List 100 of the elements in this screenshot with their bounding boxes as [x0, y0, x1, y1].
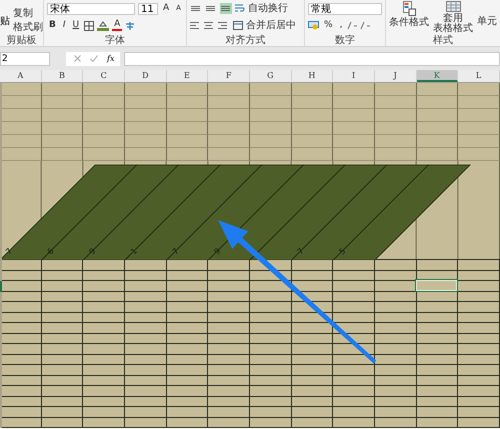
number-format-dropdown[interactable]: 常规 [308, 2, 382, 14]
grid-cell[interactable] [166, 365, 208, 376]
grid-cell[interactable] [458, 334, 500, 344]
grid-cell[interactable] [333, 376, 375, 386]
grid-cell[interactable] [333, 386, 375, 396]
vertical-align-button[interactable] [220, 3, 232, 14]
grid-cell[interactable] [208, 148, 250, 161]
grid-cell[interactable] [83, 334, 125, 344]
grid-cell[interactable] [250, 365, 292, 376]
grid-cell[interactable] [416, 323, 458, 334]
grid-cell[interactable] [458, 260, 500, 270]
borders-icon[interactable] [84, 20, 94, 30]
grid-cell[interactable] [458, 407, 500, 418]
checkmark-icon[interactable] [90, 55, 98, 62]
grid-cell[interactable] [208, 418, 250, 428]
grid-cell[interactable] [292, 122, 334, 135]
vertical-align-button[interactable] [204, 3, 217, 14]
grid-cell[interactable] [0, 407, 42, 418]
grid-cell[interactable] [208, 281, 250, 292]
grid-cell[interactable] [374, 109, 417, 122]
grid-cell[interactable] [83, 83, 125, 96]
grid-cell[interactable] [333, 270, 375, 281]
grid-cell[interactable] [124, 96, 167, 109]
grid-cell[interactable] [166, 407, 208, 418]
grid-cell[interactable] [374, 323, 417, 334]
grow-font-button[interactable]: A [161, 3, 172, 14]
grid-cell[interactable] [0, 122, 42, 135]
copy-button[interactable]: 复制 [13, 8, 43, 19]
grid-cell[interactable] [374, 122, 417, 135]
grid-cell[interactable] [458, 386, 500, 396]
grid-cell[interactable] [250, 344, 292, 354]
grid-cell[interactable] [208, 386, 250, 396]
grid-cell[interactable] [333, 365, 375, 376]
grid-cell[interactable] [42, 281, 84, 292]
grid-cell[interactable] [166, 122, 208, 135]
column-header[interactable]: G [250, 70, 292, 82]
grid-cell[interactable] [458, 376, 500, 386]
paste-button[interactable]: 贴 [0, 8, 10, 34]
cell-styles-button[interactable]: 单元 [477, 17, 497, 27]
grid-cell[interactable] [374, 302, 417, 312]
grid-cell[interactable] [0, 260, 42, 270]
grid-cell[interactable] [166, 323, 208, 334]
grid-cell[interactable] [374, 386, 417, 396]
grid-cell[interactable] [83, 270, 125, 281]
grid-cell[interactable] [208, 365, 250, 376]
grid-cell[interactable] [208, 396, 250, 407]
grid-cell[interactable] [124, 302, 167, 312]
grid-cell[interactable] [333, 109, 375, 122]
grid-cell[interactable] [124, 148, 167, 161]
grid-cell[interactable] [374, 135, 417, 148]
grid-cell[interactable] [416, 302, 458, 312]
grid-cell[interactable] [374, 260, 417, 270]
grid-cell[interactable] [292, 365, 334, 376]
grid-cell[interactable] [416, 260, 458, 270]
grid-cell[interactable] [124, 260, 167, 270]
grid-cell[interactable] [83, 148, 125, 161]
grid-cell[interactable] [458, 148, 500, 161]
grid-cell[interactable] [208, 96, 250, 109]
grid-cell[interactable] [42, 386, 84, 396]
grid-cell[interactable] [333, 292, 375, 302]
grid-cell[interactable] [42, 109, 84, 122]
currency-icon[interactable] [308, 21, 319, 30]
grid-cell[interactable] [458, 122, 500, 135]
horizontal-align-icon[interactable] [190, 22, 230, 29]
grid-cell[interactable] [124, 365, 167, 376]
grid-cell[interactable] [83, 109, 125, 122]
grid-cell[interactable] [333, 96, 375, 109]
grid-cell[interactable] [333, 260, 375, 270]
vertical-align-button[interactable] [190, 3, 202, 14]
grid-cell[interactable] [83, 376, 125, 386]
grid-cell[interactable] [166, 148, 208, 161]
grid-cell[interactable] [166, 260, 208, 270]
grid-cell[interactable] [458, 312, 500, 323]
grid-cell[interactable] [166, 109, 208, 122]
grid-cell[interactable] [250, 83, 292, 96]
grid-cell[interactable] [42, 135, 84, 148]
insert-function-button[interactable]: fx [107, 54, 114, 63]
grid-cell[interactable] [292, 407, 334, 418]
grid-cell[interactable] [458, 418, 500, 428]
grid-cell[interactable] [83, 386, 125, 396]
grid-cell[interactable] [458, 135, 500, 148]
grid-cell[interactable] [208, 334, 250, 344]
grid-cell[interactable] [250, 302, 292, 312]
grid-cell[interactable] [124, 386, 167, 396]
grid-cell[interactable] [333, 407, 375, 418]
grid-cell[interactable] [208, 83, 250, 96]
grid-cell[interactable] [83, 365, 125, 376]
grid-cell[interactable] [416, 148, 458, 161]
grid-cell[interactable] [333, 83, 375, 96]
grid-cell[interactable] [458, 354, 500, 365]
column-header[interactable]: D [124, 70, 167, 82]
format-painter-button[interactable]: 格式刷 [13, 22, 43, 33]
format-as-table-button[interactable]: 套用 表格格式 [433, 14, 473, 34]
conditional-formatting-button[interactable]: 条件格式 [389, 18, 429, 28]
grid-cell[interactable] [458, 270, 500, 281]
grid-cell[interactable] [416, 365, 458, 376]
grid-cell[interactable] [333, 312, 375, 323]
decimal-places-icon[interactable] [347, 21, 372, 30]
grid-cell[interactable] [292, 260, 334, 270]
grid-cell[interactable] [458, 292, 500, 302]
